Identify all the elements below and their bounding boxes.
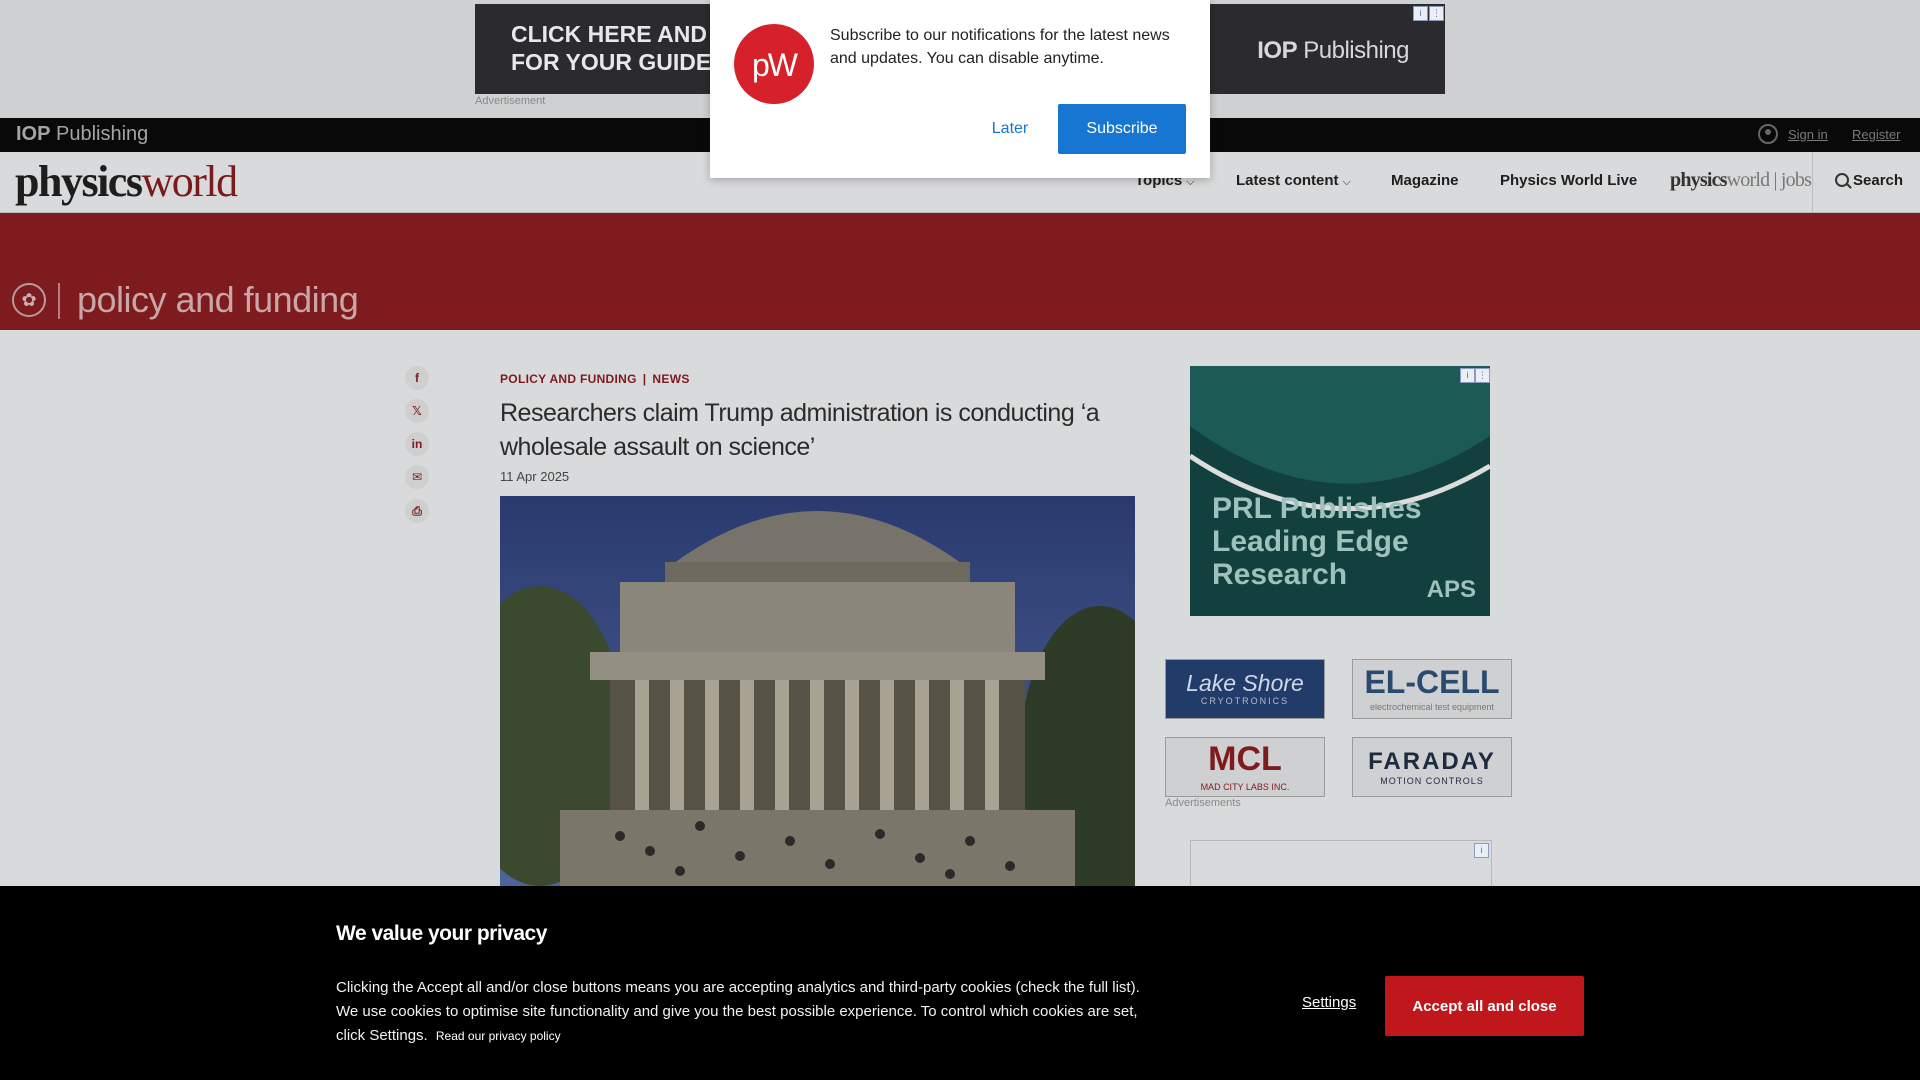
privacy-policy-link[interactable]: Read our privacy policy — [436, 1029, 561, 1043]
email-icon[interactable]: ✉ — [405, 465, 429, 489]
ad-menu-icon[interactable]: ⋮ — [1429, 6, 1444, 21]
aps-logo: APS — [1426, 576, 1476, 603]
x-icon[interactable]: 𝕏 — [405, 399, 429, 423]
adchoices-icon[interactable]: i — [1460, 368, 1475, 383]
aps-ad-text: PRL Publishes Leading Edge Research — [1212, 492, 1422, 591]
physics-world-logo-badge: pW — [734, 24, 814, 104]
ad-cta-line2: FOR YOUR GUIDE! — [511, 49, 719, 75]
section-title: policy and funding — [77, 279, 359, 320]
ad-brand: IOP Publishing — [1257, 37, 1409, 64]
ad-cta: CLICK HERE AND S FOR YOUR GUIDE! — [511, 20, 729, 76]
ad-cta-line1: CLICK HERE AND S — [511, 21, 729, 47]
cookie-text: Clicking the Accept all and/or close but… — [336, 976, 1166, 1048]
adchoices-icon[interactable]: i — [1474, 843, 1489, 858]
notification-prompt: pW Subscribe to our notifications for th… — [710, 0, 1210, 178]
ad-label: Advertisement — [475, 95, 546, 107]
cookie-consent-banner: We value your privacy Clicking the Accep… — [0, 886, 1920, 1080]
topic-icon: ✿ — [12, 283, 46, 317]
later-button[interactable]: Later — [966, 104, 1054, 154]
section-divider — [58, 283, 60, 319]
sign-in-link[interactable]: Sign in — [1788, 127, 1828, 142]
print-icon[interactable]: ⎙ — [405, 499, 429, 523]
nav-physics-world-live[interactable]: Physics World Live — [1500, 172, 1637, 189]
article-tags: POLICY AND FUNDING | NEWS — [500, 372, 690, 386]
search-icon — [1835, 173, 1849, 187]
cookie-settings-link[interactable]: Settings — [1302, 994, 1356, 1011]
physics-world-logo[interactable]: physicsworld — [15, 158, 238, 206]
ad-faraday[interactable]: FARADAY MOTION CONTROLS — [1352, 737, 1512, 797]
iop-publishing-logo[interactable]: IOP Publishing — [16, 123, 148, 146]
article-title: Researchers claim Trump administration i… — [500, 399, 1100, 461]
aps-prl-ad[interactable]: PRL Publishes Leading Edge Research APS … — [1190, 366, 1490, 616]
nav-latest-content[interactable]: Latest content ⌵ — [1236, 172, 1351, 189]
tag-news[interactable]: NEWS — [652, 372, 689, 386]
physics-world-jobs-logo[interactable]: physicsworld | jobs — [1670, 169, 1812, 192]
search-label: Search — [1853, 172, 1904, 189]
ad-el-cell[interactable]: EL-CELL electrochemical test equipment — [1352, 659, 1512, 719]
cookie-title: We value your privacy — [336, 922, 547, 945]
notification-message: Subscribe to our notifications for the l… — [830, 27, 1170, 67]
ad-mad-city-labs[interactable]: MCL MAD CITY LABS INC. — [1165, 737, 1325, 797]
subscribe-button[interactable]: Subscribe — [1058, 104, 1186, 154]
register-link[interactable]: Register — [1852, 127, 1900, 142]
linkedin-icon[interactable]: in — [405, 432, 429, 456]
ads-label: Advertisements — [1165, 797, 1241, 809]
tag-policy-and-funding[interactable]: POLICY AND FUNDING — [500, 372, 637, 386]
chevron-down-icon: ⌵ — [1342, 176, 1351, 188]
user-icon[interactable] — [1758, 124, 1778, 144]
ad-menu-icon[interactable]: ⋮ — [1475, 368, 1490, 383]
article-hero-image — [500, 496, 1135, 886]
nav-magazine[interactable]: Magazine — [1391, 172, 1459, 189]
section-banner: ✿ policy and funding — [0, 213, 1920, 330]
article-date: 11 Apr 2025 — [500, 469, 570, 484]
search-button[interactable]: Search — [1812, 152, 1920, 212]
accept-all-button[interactable]: Accept all and close — [1385, 976, 1584, 1036]
ad-lake-shore[interactable]: Lake Shore CRYOTRONICS — [1165, 659, 1325, 719]
adchoices-icon[interactable]: i — [1413, 6, 1428, 21]
facebook-icon[interactable]: f — [405, 366, 429, 390]
